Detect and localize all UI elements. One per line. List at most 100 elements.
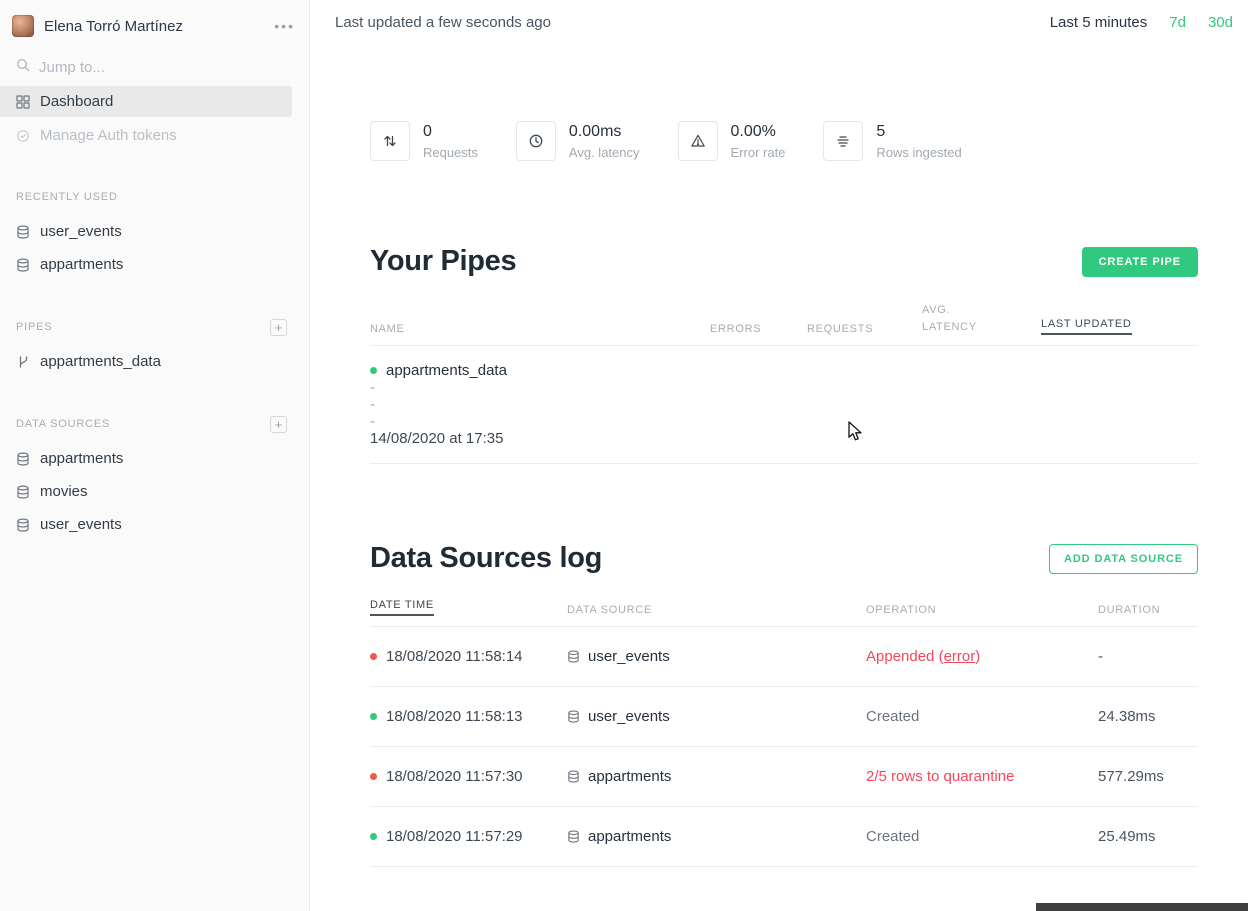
section-data-sources: DATA SOURCES + appartments movies (0, 415, 309, 541)
pipes-section-header: Your Pipes CREATE PIPE (370, 245, 1198, 278)
error-link[interactable]: error (944, 648, 976, 665)
sidebar-item-dashboard[interactable]: Dashboard (0, 86, 292, 117)
app-root: Elena Torró Martínez ••• Jump to... Dash… (0, 0, 1248, 911)
sidebar-item-auth-tokens[interactable]: Manage Auth tokens (0, 120, 309, 151)
database-icon (16, 518, 30, 532)
duration-cell: 25.49ms (1098, 828, 1198, 845)
pipe-row[interactable]: appartments_data - - - 14/08/2020 at 17:… (370, 346, 1198, 464)
range-30d[interactable]: 30d (1208, 14, 1233, 31)
datasources-title: Data Sources log (370, 542, 602, 575)
operation-cell: Appended (error) (866, 648, 1098, 665)
status-dot (370, 713, 377, 720)
dashboard-grid-icon (16, 95, 30, 109)
sidebar-item-label: user_events (40, 516, 122, 533)
topbar: Last updated a few seconds ago Last 5 mi… (310, 0, 1248, 31)
pipe-last-updated: 14/08/2020 at 17:35 (370, 430, 1198, 447)
stat-value: 0 (423, 123, 478, 141)
section-title: RECENTLY USED (16, 191, 118, 203)
col-name[interactable]: NAME (370, 323, 710, 335)
search-placeholder: Jump to... (39, 59, 105, 76)
search-icon (16, 58, 30, 76)
pipes-title: Your Pipes (370, 245, 516, 278)
pipes-table: NAME ERRORS REQUESTS AVG. LATENCY LAST U… (370, 302, 1198, 464)
database-icon (567, 710, 580, 723)
stat-error-rate: 0.00% Error rate (678, 121, 786, 161)
stat-label: Rows ingested (876, 145, 961, 160)
datetime-cell: 18/08/2020 11:57:30 (370, 768, 567, 785)
stat-value: 5 (876, 123, 961, 141)
rows-lines-icon (823, 121, 863, 161)
col-requests[interactable]: REQUESTS (807, 323, 922, 335)
add-pipe-button[interactable]: + (270, 319, 287, 336)
stats-row: 0 Requests 0.00ms Avg. latency (370, 121, 1198, 161)
datetime-cell: 18/08/2020 11:58:13 (370, 708, 567, 725)
status-dot (370, 773, 377, 780)
database-icon (16, 452, 30, 466)
create-pipe-button[interactable]: CREATE PIPE (1082, 247, 1198, 277)
col-avg-latency[interactable]: AVG. LATENCY (922, 302, 984, 335)
pipe-icon (16, 355, 30, 369)
plus-icon: + (275, 418, 283, 431)
database-icon (567, 830, 580, 843)
datasources-log-table: DATE TIME DATA SOURCE OPERATION DURATION… (370, 599, 1198, 867)
warning-triangle-icon (678, 121, 718, 161)
range-last-5-minutes[interactable]: Last 5 minutes (1050, 14, 1148, 31)
sidebar-item-label: appartments (40, 450, 123, 467)
stat-label: Error rate (731, 145, 786, 160)
sidebar-item-label: movies (40, 483, 88, 500)
section-title: PIPES (16, 321, 52, 333)
datasource-name[interactable]: user_events (588, 708, 670, 725)
sidebar: Elena Torró Martínez ••• Jump to... Dash… (0, 0, 310, 911)
section-pipes: PIPES + appartments_data (0, 318, 309, 378)
col-last-updated[interactable]: LAST UPDATED (1041, 318, 1198, 335)
sidebar-item-user-events[interactable]: user_events (0, 508, 309, 541)
clock-icon (516, 121, 556, 161)
sidebar-item-appartments[interactable]: appartments (0, 442, 309, 475)
last-updated-text: Last updated a few seconds ago (335, 14, 551, 31)
pipe-errors: - (370, 379, 1198, 396)
requests-arrows-icon (370, 121, 410, 161)
add-data-source-button[interactable]: ADD DATA SOURCE (1049, 544, 1198, 574)
sidebar-item-movies[interactable]: movies (0, 475, 309, 508)
datetime-cell: 18/08/2020 11:57:29 (370, 828, 567, 845)
user-menu[interactable]: Elena Torró Martínez ••• (0, 10, 309, 42)
pipe-name[interactable]: appartments_data (386, 362, 507, 379)
bottom-dark-strip (1036, 903, 1248, 911)
stat-value: 0.00ms (569, 123, 640, 141)
datasource-name[interactable]: appartments (588, 828, 671, 845)
database-icon (567, 650, 580, 663)
stat-value: 0.00% (731, 123, 786, 141)
col-duration[interactable]: DURATION (1098, 604, 1198, 616)
sidebar-item-label: Manage Auth tokens (40, 127, 177, 144)
sidebar-item-label: user_events (40, 223, 122, 240)
log-row: 18/08/2020 11:58:13 user_events Created … (370, 687, 1198, 747)
pipe-name-cell: appartments_data (370, 362, 1198, 379)
col-date-time[interactable]: DATE TIME (370, 599, 567, 616)
duration-cell: 577.29ms (1098, 768, 1198, 785)
col-operation[interactable]: OPERATION (866, 604, 1098, 616)
jump-to-search[interactable]: Jump to... (0, 52, 309, 82)
datasource-name[interactable]: appartments (588, 768, 671, 785)
log-table-header: DATE TIME DATA SOURCE OPERATION DURATION (370, 599, 1198, 627)
operation-cell: Created (866, 708, 1098, 725)
datasource-name[interactable]: user_events (588, 648, 670, 665)
range-7d[interactable]: 7d (1169, 14, 1186, 31)
datasource-cell: user_events (567, 708, 866, 725)
sidebar-item-appartments[interactable]: appartments (0, 248, 309, 281)
log-row: 18/08/2020 11:57:29 appartments Created … (370, 807, 1198, 867)
database-icon (16, 485, 30, 499)
duration-cell: 24.38ms (1098, 708, 1198, 725)
user-options-icon[interactable]: ••• (274, 19, 295, 33)
sidebar-item-user-events[interactable]: user_events (0, 215, 309, 248)
operation-cell: Created (866, 828, 1098, 845)
col-errors[interactable]: ERRORS (710, 323, 807, 335)
add-data-source-sidebar-button[interactable]: + (270, 416, 287, 433)
avatar (12, 15, 34, 37)
col-data-source[interactable]: DATA SOURCE (567, 604, 866, 616)
sidebar-item-appartments-data[interactable]: appartments_data (0, 345, 309, 378)
sidebar-item-label: Dashboard (40, 93, 113, 110)
time-range-selector: Last 5 minutes 7d 30d (1050, 14, 1233, 31)
stat-avg-latency: 0.00ms Avg. latency (516, 121, 640, 161)
auth-badge-icon (16, 129, 30, 143)
database-icon (16, 258, 30, 272)
